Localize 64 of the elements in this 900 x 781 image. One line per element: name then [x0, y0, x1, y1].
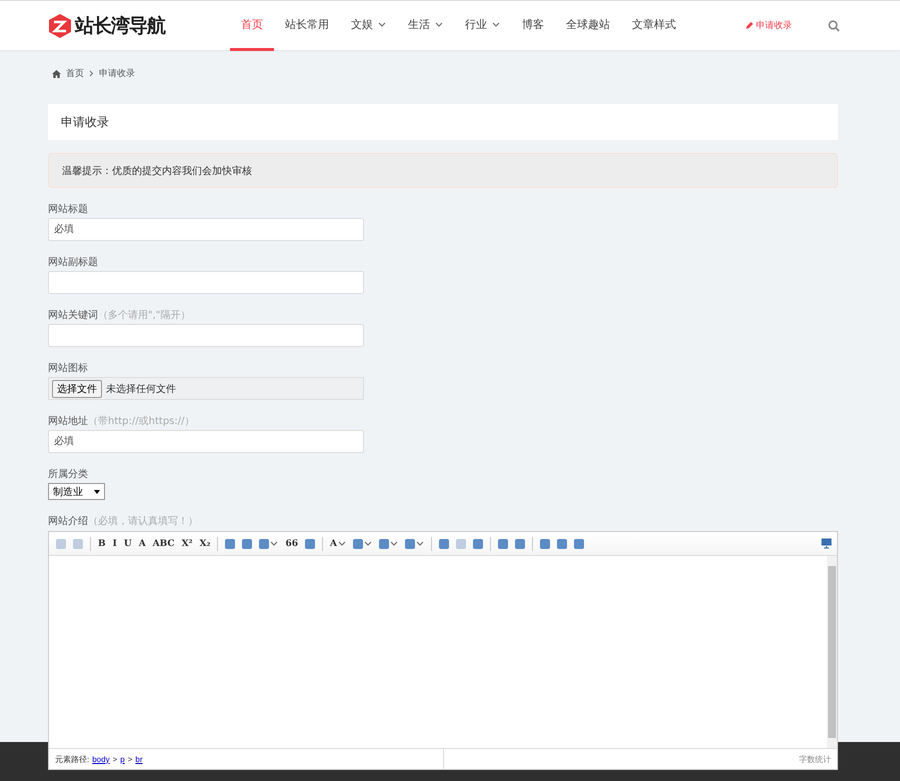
nav-tab[interactable]: 站长常用: [274, 1, 340, 51]
breadcrumb-link[interactable]: 首页: [66, 67, 84, 80]
caret-icon: [492, 22, 500, 27]
site-logo-text[interactable]: 站长湾导航: [75, 12, 165, 38]
home-icon: [52, 70, 61, 78]
field-label: 网站介绍: [48, 515, 88, 528]
toolbar-button[interactable]: B: [96, 536, 108, 552]
nav-tab[interactable]: 行业: [454, 1, 511, 51]
field-hint: （必填，请认真填写！）: [88, 515, 198, 528]
toolbar-button[interactable]: U: [122, 536, 134, 552]
field-hint: （带http://或https://）: [88, 415, 194, 428]
choose-file-button[interactable]: 选择文件: [52, 380, 102, 398]
caret-icon: [378, 22, 386, 27]
path-link[interactable]: p: [120, 754, 125, 764]
category-select[interactable]: 制造业: [48, 483, 105, 500]
nav-tab[interactable]: 博客: [511, 1, 555, 51]
text-input[interactable]: 必填: [48, 430, 364, 453]
nav-tab[interactable]: 全球趣站: [555, 1, 621, 51]
notice-banner: 温馨提示：优质的提交内容我们会加快审核: [48, 153, 838, 188]
file-status: 未选择任何文件: [106, 382, 176, 396]
caret-icon: [416, 541, 424, 546]
toolbar-button[interactable]: A: [328, 536, 348, 552]
nav-tab[interactable]: 首页: [230, 1, 274, 51]
field-label: 网站标题: [48, 203, 88, 216]
path-separator: >: [128, 754, 132, 764]
path-link[interactable]: br: [135, 754, 143, 764]
field-hint: （多个请用","隔开）: [98, 309, 190, 322]
search-icon[interactable]: [828, 20, 840, 32]
field-label: 网站关键词: [48, 309, 98, 322]
path-label: 元素路径:: [55, 754, 90, 764]
caret-icon: [270, 541, 278, 546]
field-label: 网站副标题: [48, 256, 98, 269]
path-separator: >: [112, 754, 118, 764]
dropdown-icon: [94, 490, 100, 494]
path-link[interactable]: body: [92, 754, 110, 764]
page-title: 申请收录: [48, 104, 838, 140]
file-field[interactable]: 选择文件 未选择任何文件: [48, 377, 364, 400]
caret-icon: [435, 22, 443, 27]
field-label: 网站图标: [48, 362, 88, 375]
caret-icon: [390, 541, 398, 546]
toolbar-button[interactable]: I: [110, 536, 119, 552]
monitor-icon[interactable]: [821, 538, 832, 549]
toolbar-button[interactable]: ABC: [150, 536, 177, 552]
toolbar-button[interactable]: X²: [180, 536, 195, 552]
pencil-icon: [745, 22, 753, 30]
breadcrumb-current: 申请收录: [99, 68, 135, 80]
toolbar-button[interactable]: X₂: [198, 536, 212, 552]
chevron-icon: [89, 70, 94, 77]
nav-tab[interactable]: 文娱: [340, 1, 397, 51]
text-input[interactable]: [48, 271, 364, 294]
caret-icon: [364, 541, 372, 546]
nav-tab[interactable]: 文章样式: [621, 1, 687, 51]
text-input[interactable]: 必填: [48, 218, 364, 241]
field-label: 网站地址: [48, 415, 88, 428]
field-label: 所属分类: [48, 468, 88, 481]
scrollbar[interactable]: [827, 556, 837, 748]
text-input[interactable]: [48, 324, 364, 347]
submit-site-link[interactable]: 申请收录: [745, 19, 792, 32]
nav-tab[interactable]: 生活: [397, 1, 454, 51]
toolbar-button[interactable]: 66: [283, 536, 300, 552]
toolbar-button[interactable]: A: [136, 536, 148, 552]
word-count: 字数统计: [798, 754, 832, 766]
logo-icon: [48, 14, 72, 38]
caret-icon: [338, 541, 346, 546]
